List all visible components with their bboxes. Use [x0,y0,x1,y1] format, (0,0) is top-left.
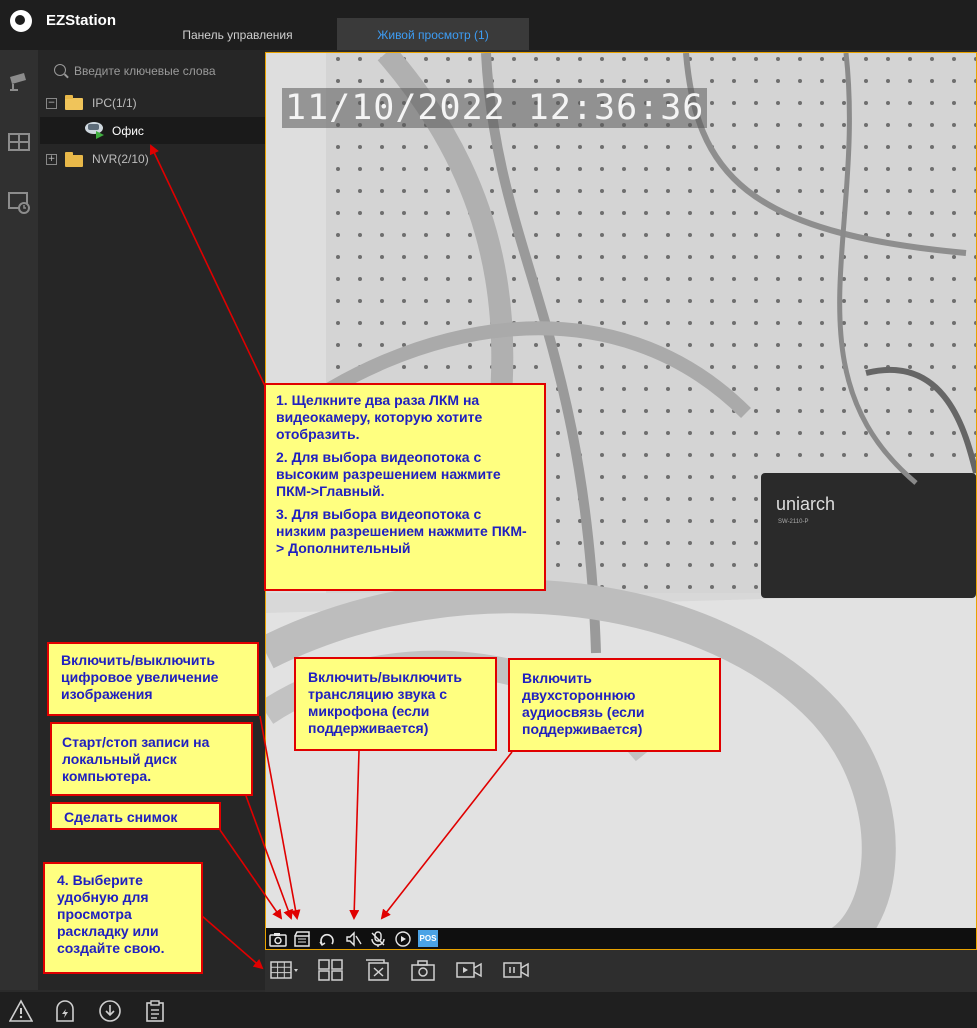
collapse-toggle[interactable]: − [46,98,57,109]
audio-icon[interactable] [344,930,362,948]
playback-instant-icon[interactable] [394,930,412,948]
expand-toggle[interactable]: + [46,154,57,165]
callout-step-1: 1. Щелкните два раза ЛКМ на видеокамеру,… [276,392,483,442]
camera-icon[interactable] [7,69,31,93]
pos-icon[interactable]: POS [418,930,438,947]
online-camera-icon [85,122,104,139]
folder-open-icon [65,95,83,110]
tab-control-panel[interactable]: Панель управления [140,18,335,50]
folder-icon [65,152,83,167]
search-icon [54,64,66,76]
record-all-icon[interactable] [456,958,482,982]
custom-layout-icon[interactable] [318,958,344,982]
tree-row-selected[interactable] [40,117,265,144]
tree-node-office[interactable]: Офис [112,124,144,138]
close-all-icon[interactable] [365,958,391,982]
switch-model-label: SW-2110-P [778,519,808,525]
callout-local-record: Старт/стоп записи на локальный диск комп… [50,722,253,796]
grid-layout-icon[interactable] [270,958,300,982]
record-icon[interactable] [293,930,311,948]
device-tree-panel [39,50,265,990]
callout-snapshot: Сделать снимок [50,802,221,830]
callout-select-camera: 1. Щелкните два раза ЛКМ на видеокамеру,… [264,383,546,591]
app-logo-icon [10,10,32,32]
switch-brand-label: uniarch [776,494,835,514]
snapshot-icon[interactable] [269,930,287,948]
log-icon[interactable] [143,999,167,1023]
tab-live-view[interactable]: Живой просмотр (1) [337,18,529,50]
download-icon[interactable] [98,999,122,1023]
snapshot-all-icon[interactable] [410,958,436,982]
event-icon[interactable] [53,999,77,1023]
tree-node-nvr[interactable]: NVR(2/10) [92,152,149,166]
digital-zoom-icon[interactable] [318,930,336,948]
video-timestamp: 11/10/2022 12:36:36 [282,88,708,128]
callout-two-way-talk: Включить двухстороннюю аудиосвязь (если … [508,658,721,752]
callout-step-3: 3. Для выбора видеопотока с низким разре… [276,506,527,556]
callout-audio: Включить/выключить трансляцию звука с ми… [294,657,497,751]
app-title: EZStation [46,12,116,29]
playback-all-icon[interactable] [503,958,529,982]
playback-icon[interactable] [7,190,31,214]
callout-step-2: 2. Для выбора видеопотока с высоким разр… [276,449,501,499]
search-input[interactable] [74,60,259,82]
microphone-icon[interactable] [369,930,387,948]
alarm-icon[interactable] [9,999,33,1023]
callout-digital-zoom: Включить/выключить цифровое увеличение и… [47,642,259,716]
layout-icon[interactable] [7,130,31,154]
tree-node-ipc[interactable]: IPC(1/1) [92,96,137,110]
callout-layout: 4. Выберите удобную для просмотра раскла… [43,862,203,974]
